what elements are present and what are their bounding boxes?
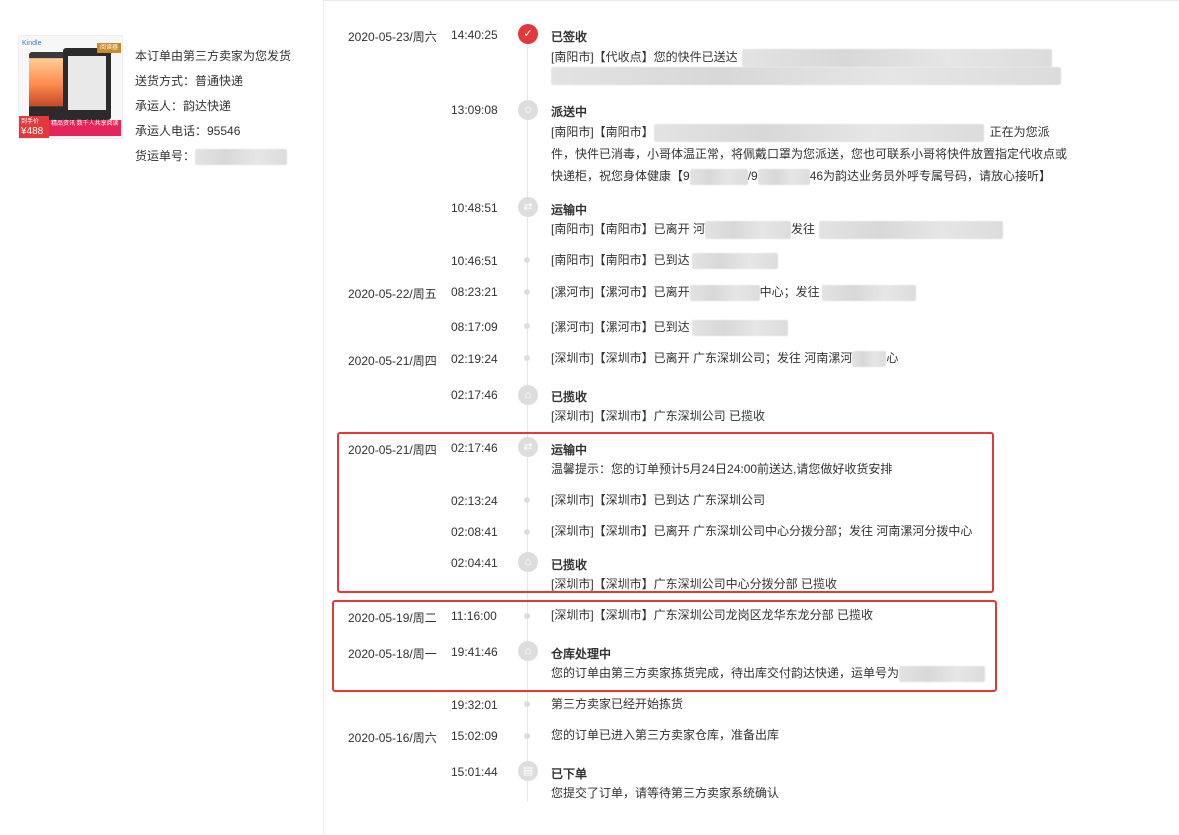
order-info: 本订单由第三方卖家为您发货 送货方式：普通快递 承运人：韵达快递 承运人电话：9…: [135, 44, 291, 169]
redacted-tracking-number: [195, 148, 288, 165]
courier-icon: ☺: [518, 100, 538, 120]
redacted-text: [821, 284, 916, 301]
event-time: 19:32:01: [451, 698, 498, 712]
event-desc-redacted: [551, 64, 1061, 86]
timeline-dot: [524, 323, 530, 329]
tracking-label: 货运单号：: [135, 149, 196, 163]
event-time: 14:40:25: [451, 28, 498, 42]
event-time: 02:13:24: [451, 494, 498, 508]
timeline-dot: [524, 733, 530, 739]
event-status: 已签收: [551, 30, 588, 44]
event-desc: [深圳市]【深圳市】已离开 广东深圳公司中心分拨分部；发往 河南漯河分拨中心: [551, 524, 973, 538]
event-time: 11:16:00: [451, 609, 497, 623]
event-time: 02:19:24: [451, 352, 498, 366]
redacted-text: [757, 168, 810, 185]
timeline-dot: [524, 289, 530, 295]
event-date: 2020-05-19/周二: [348, 611, 437, 625]
product-price-badge: 到手价 ¥488: [19, 116, 49, 138]
order-icon: ▤: [518, 761, 538, 781]
truck-icon: ⇄: [518, 437, 538, 457]
panel-divider: [323, 0, 324, 835]
redacted-text: [691, 252, 778, 269]
price-value: ¥488: [21, 126, 44, 137]
warehouse-icon: ⌂: [518, 641, 538, 661]
product-image-back: [63, 48, 111, 120]
event-desc: [深圳市]【深圳市】广东深圳公司中心分拨分部 已揽收: [551, 577, 838, 591]
event-status: 运输中: [551, 203, 588, 217]
timeline-dot: [524, 701, 530, 707]
carrier-name: 承运人：韵达快递: [135, 99, 232, 113]
event-desc: [南阳市]【南阳市】已到达: [551, 249, 778, 271]
event-time: 02:17:46: [451, 441, 498, 455]
pickup-icon: ⌂: [518, 385, 538, 405]
event-desc: 您提交了订单，请等待第三方卖家系统确认: [551, 786, 780, 800]
pickup-icon: ⌂: [518, 552, 538, 572]
event-time: 15:02:09: [451, 729, 498, 743]
timeline-dot: [524, 497, 530, 503]
redacted-text: [689, 168, 748, 185]
event-desc: [深圳市]【深圳市】已离开 广东深圳公司；发往 河南漯河心: [551, 350, 899, 367]
event-desc: [深圳市]【深圳市】已到达 广东深圳公司: [551, 493, 766, 507]
event-desc: 第三方卖家已经开始拣货: [551, 697, 684, 711]
event-desc: 快递柜，祝您身体健康【9/9 46为韵达业务员外呼专属号码，请放心接听】: [551, 168, 1052, 185]
event-time: 02:17:46: [451, 388, 498, 402]
event-desc: [深圳市]【深圳市】广东深圳公司 已揽收: [551, 409, 766, 423]
event-desc: [南阳市]【南阳市】 正在为您派: [551, 121, 1050, 143]
redacted-text: [852, 350, 887, 367]
redacted-text: [653, 123, 984, 142]
event-status: 运输中: [551, 443, 588, 457]
event-date: 2020-05-21/周四: [348, 443, 437, 457]
event-time: 02:08:41: [451, 525, 498, 539]
event-desc: [漯河市]【漯河市】已到达: [551, 316, 788, 338]
event-time: 08:17:09: [451, 320, 498, 334]
event-time: 19:41:46: [451, 645, 498, 659]
event-desc: [南阳市]【南阳市】已离开 河发往: [551, 218, 1004, 240]
timeline-dot: [524, 355, 530, 361]
redacted-tracking-number: [899, 665, 986, 682]
event-time: 13:09:08: [451, 103, 498, 117]
event-time: 15:01:44: [451, 765, 498, 779]
redacted-text: [551, 66, 1061, 85]
event-time: 08:23:21: [451, 285, 498, 299]
event-desc: [深圳市]【深圳市】广东深圳公司龙岗区龙华东龙分部 已揽收: [551, 608, 874, 622]
carrier-phone: 承运人电话：95546: [135, 124, 241, 138]
event-time: 10:46:51: [451, 254, 498, 268]
product-brand: Kindle: [22, 40, 42, 47]
event-status: 仓库处理中: [551, 647, 612, 661]
event-desc: 件，快件已消毒，小哥体温正常，将佩戴口罩为您派送，您也可联系小哥将快件放置指定代…: [551, 147, 1068, 161]
redacted-text: [689, 284, 760, 301]
truck-icon: ⇄: [518, 197, 538, 217]
event-status: 派送中: [551, 105, 588, 119]
event-desc: 温馨提示：您的订单预计5月24日24:00前送达,请您做好收货安排: [551, 462, 893, 476]
event-time: 10:48:51: [451, 201, 498, 215]
product-tag: 阅读器: [97, 43, 121, 53]
event-time: 02:04:41: [451, 556, 498, 570]
redacted-text: [705, 220, 792, 239]
product-banner: 精品资讯 数千人共享阅读: [49, 120, 121, 136]
event-date: 2020-05-16/周六: [348, 731, 437, 745]
event-date: 2020-05-18/周一: [348, 647, 437, 661]
event-date: 2020-05-23/周六: [348, 30, 437, 44]
event-status: 已下单: [551, 767, 588, 781]
timeline-dot: [524, 613, 530, 619]
event-date: 2020-05-21/周四: [348, 354, 437, 368]
event-status: 已揽收: [551, 558, 588, 572]
event-status: 已揽收: [551, 390, 588, 404]
check-icon: ✓: [518, 24, 538, 44]
event-desc: 您的订单已进入第三方卖家仓库，准备出库: [551, 728, 780, 742]
product-thumbnail[interactable]: Kindle 阅读器 到手价 ¥488 精品资讯 数千人共享阅读: [18, 35, 123, 139]
shipping-method: 送货方式：普通快递: [135, 74, 244, 88]
event-date: 2020-05-22/周五: [348, 287, 437, 301]
redacted-text: [691, 319, 788, 336]
event-desc: 您的订单由第三方卖家拣货完成，待出库交付韵达快递，运单号为: [551, 662, 986, 684]
timeline-dot: [524, 529, 530, 535]
event-desc: [漯河市]【漯河市】已离开 中心；发往: [551, 281, 916, 303]
timeline-dot: [524, 257, 530, 263]
order-shipper-note: 本订单由第三方卖家为您发货: [135, 49, 292, 63]
tracking-number: 货运单号：: [135, 144, 291, 169]
redacted-text: [819, 220, 1004, 239]
top-border: [323, 0, 1179, 4]
